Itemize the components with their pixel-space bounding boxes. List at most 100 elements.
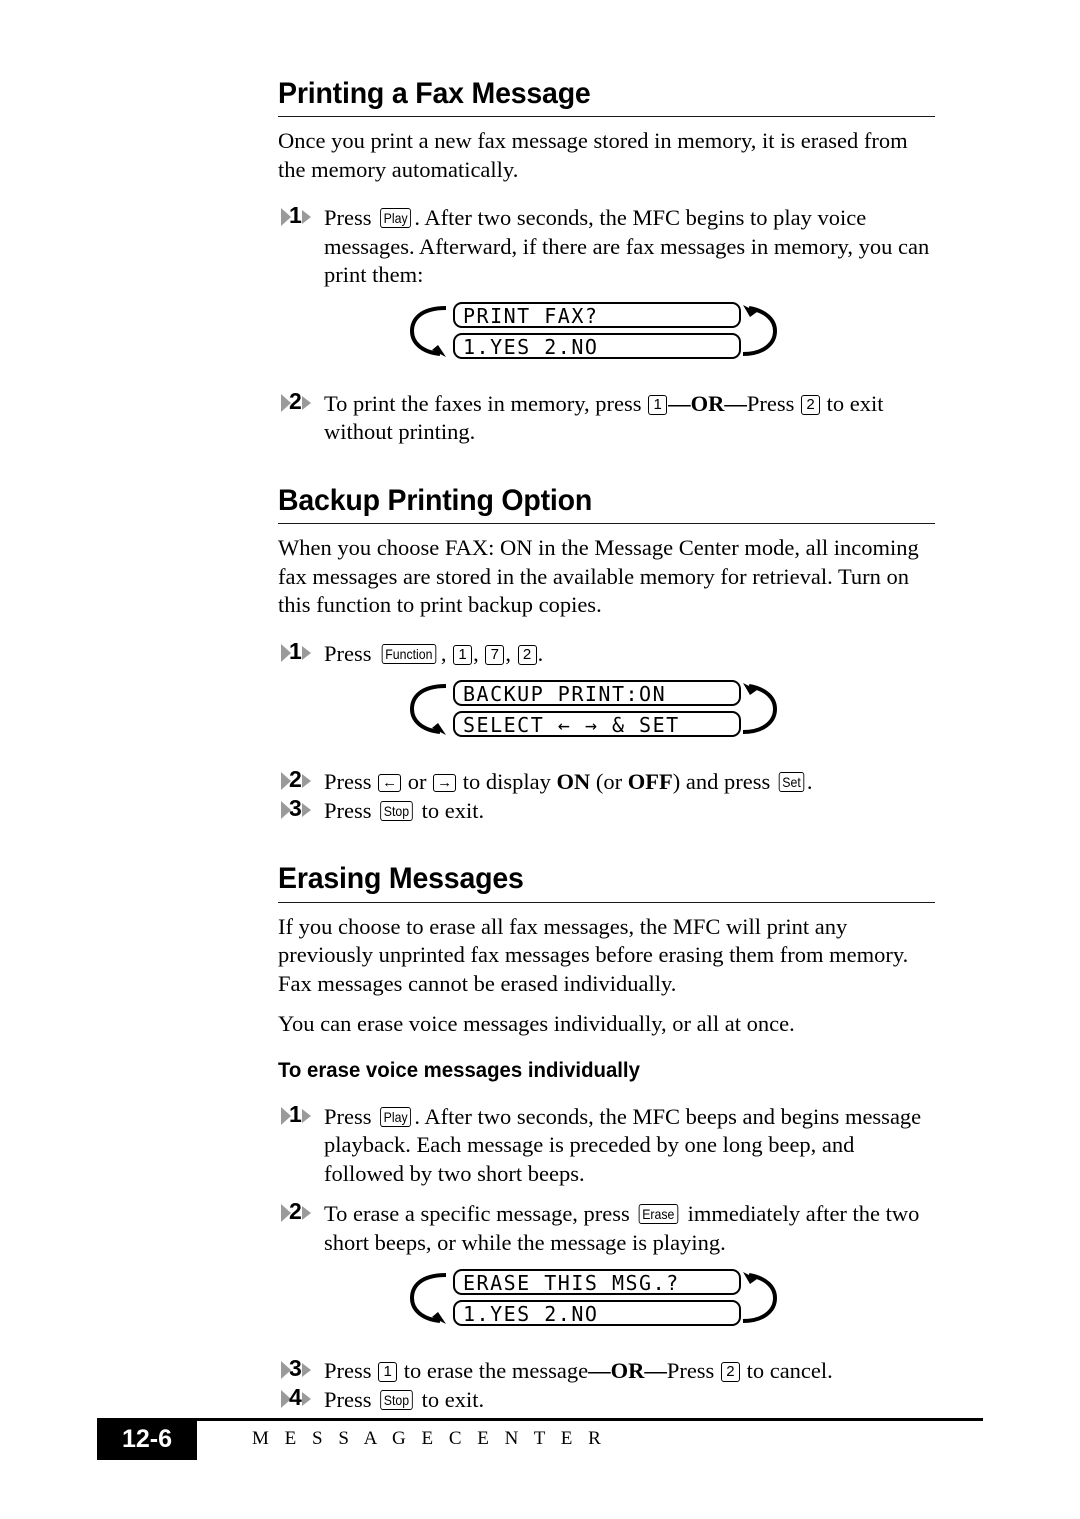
key-arrow-left[interactable]: ← xyxy=(378,774,402,793)
lcd-loop-arrow-right-icon xyxy=(742,1272,778,1324)
step-wing-right-icon xyxy=(302,395,311,410)
step-item: 4 Press Stop to exit. xyxy=(278,1383,935,1415)
step-wing-right-icon xyxy=(302,1108,311,1123)
step-text-part: To print the faxes in memory, press xyxy=(324,390,648,416)
step-wing-right-icon xyxy=(302,1363,311,1378)
step-text-part: To erase a specific message, press xyxy=(324,1201,636,1227)
lcd-loop-arrow-right-icon xyxy=(742,304,778,356)
section-rule xyxy=(278,523,935,525)
key-2[interactable]: 2 xyxy=(517,644,537,665)
value-on: ON xyxy=(556,769,591,795)
step-wing-right-icon xyxy=(302,1206,311,1221)
step-marker: 2 xyxy=(278,766,322,793)
value-off: OFF xyxy=(627,769,673,795)
step-item: 3 Press Stop to exit. xyxy=(278,794,935,826)
key-1[interactable]: 1 xyxy=(453,644,473,665)
step-item: 1 Press Play. After two seconds, the MFC… xyxy=(278,1102,935,1189)
step-number: 2 xyxy=(289,387,302,414)
key-stop[interactable]: Stop xyxy=(380,1389,413,1410)
lcd-line-2: 1.YES 2.NO xyxy=(453,332,741,359)
step-marker: 1 xyxy=(278,202,322,229)
section-intro-paragraph: When you choose FAX: ON in the Message C… xyxy=(278,535,919,618)
step-text-part: to display xyxy=(457,769,557,795)
or-separator: —OR— xyxy=(588,1358,667,1384)
step-number: 4 xyxy=(289,1383,302,1410)
key-function[interactable]: Function xyxy=(381,643,437,664)
lcd-line-2: SELECT ← → & SET xyxy=(453,711,741,738)
step-text-part: to exit. xyxy=(415,1386,485,1412)
step-text-part: . After two seconds, the MFC begins to p… xyxy=(324,205,930,288)
step-marker: 3 xyxy=(278,794,322,822)
step-number: 3 xyxy=(289,794,302,821)
step-item: 3 Press 1 to erase the message—OR—Press … xyxy=(278,1355,935,1386)
step-marker: 3 xyxy=(278,1355,322,1382)
key-play[interactable]: Play xyxy=(380,208,412,229)
key-7[interactable]: 7 xyxy=(485,644,505,665)
key-1[interactable]: 1 xyxy=(648,394,668,415)
section-rule xyxy=(278,116,935,118)
step-text-part: , xyxy=(505,640,517,666)
key-2[interactable]: 2 xyxy=(801,394,821,415)
footer-rule xyxy=(97,1418,983,1421)
lcd-loop-arrow-right-icon xyxy=(742,683,778,735)
key-2[interactable]: 2 xyxy=(720,1362,740,1383)
step-text-part: Press xyxy=(324,1386,378,1412)
lcd-display-backup-print: BACKUP PRINT:ON SELECT ← → & SET xyxy=(278,680,935,756)
lcd-display-erase-this-msg: ERASE THIS MSG.? 1.YES 2.NO xyxy=(278,1269,935,1345)
section-title-erasing-messages: Erasing Messages xyxy=(278,862,524,896)
key-1[interactable]: 1 xyxy=(378,1362,398,1383)
step-text-part: . xyxy=(537,640,544,666)
step-text-part: Press xyxy=(324,1358,378,1384)
step-number: 3 xyxy=(289,1355,302,1382)
section-intro-paragraph: Once you print a new fax message stored … xyxy=(278,128,908,182)
step-text-part: Press xyxy=(666,1358,720,1384)
step-number: 2 xyxy=(289,766,302,793)
subsection-title-erase-voice-individually: To erase voice messages individually xyxy=(278,1058,640,1082)
lcd-line-1: ERASE THIS MSG.? xyxy=(453,1269,741,1296)
step-text-part: , xyxy=(440,640,453,666)
step-text-part: Press xyxy=(324,797,378,823)
footer-chapter-label: M E S S A G E C E N T E R xyxy=(252,1428,607,1449)
lcd-line-1: PRINT FAX? xyxy=(453,301,741,328)
key-arrow-right[interactable]: → xyxy=(433,774,457,793)
step-marker: 2 xyxy=(278,1199,322,1225)
step-wing-right-icon xyxy=(302,1391,311,1406)
step-text-part: , xyxy=(473,640,485,666)
key-play[interactable]: Play xyxy=(380,1106,412,1127)
step-text-part: . xyxy=(806,769,813,795)
step-wing-right-icon xyxy=(302,774,311,789)
step-text-part: Press xyxy=(324,640,378,666)
step-item: 1 Press Play. After two seconds, the MFC… xyxy=(278,202,935,290)
lcd-line-2: 1.YES 2.NO xyxy=(453,1300,741,1327)
key-erase[interactable]: Erase xyxy=(639,1204,679,1225)
step-text-part: to cancel. xyxy=(740,1358,833,1384)
step-text-part: to exit. xyxy=(415,797,485,823)
manual-page: Printing a Fax Message Once you print a … xyxy=(0,0,1080,1519)
step-number: 1 xyxy=(289,202,302,229)
or-separator: —OR— xyxy=(668,390,747,416)
lcd-loop-arrow-left-icon xyxy=(409,684,447,736)
page-number-badge: 12-6 xyxy=(97,1418,197,1460)
step-marker: 2 xyxy=(278,387,322,415)
key-set[interactable]: Set xyxy=(778,772,805,793)
lcd-screen: BACKUP PRINT:ON SELECT ← → & SET xyxy=(453,680,741,738)
key-stop[interactable]: Stop xyxy=(380,800,413,821)
lcd-display-print-fax: PRINT FAX? 1.YES 2.NO xyxy=(278,301,935,378)
page-footer: 12-6 M E S S A G E C E N T E R xyxy=(97,1418,983,1464)
step-wing-right-icon xyxy=(302,210,311,225)
step-text-part: Press xyxy=(324,1103,378,1129)
section-intro-paragraph-2: You can erase voice messages individuall… xyxy=(278,1011,795,1037)
step-text-part: Press xyxy=(324,205,378,231)
step-text-part: or xyxy=(402,769,433,795)
step-text-part: ) and press xyxy=(672,769,776,795)
